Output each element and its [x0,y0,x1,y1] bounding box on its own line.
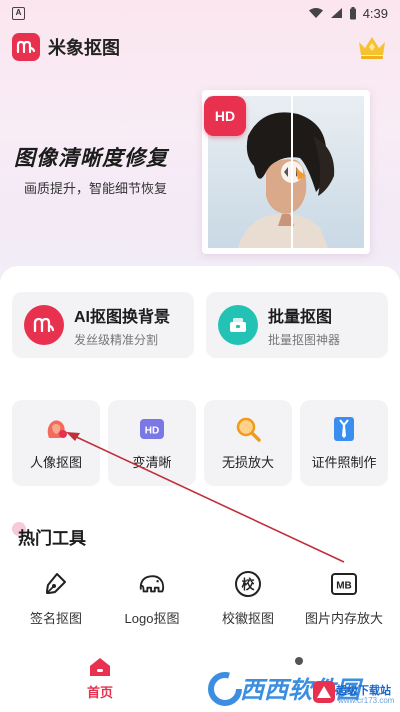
status-time: 4:39 [362,5,388,21]
badge-icon: 校 [234,570,262,598]
portrait-icon [43,416,69,442]
watermark-logo [208,672,242,706]
hd-icon-text: HD [145,425,159,436]
feature-subtitle: 发丝级精准分割 [74,332,159,347]
feature-card-ai-cutout[interactable]: AI抠图换背景 发丝级精准分割 [12,292,194,358]
pen-icon [42,570,70,598]
banner-title: 图像清晰度修复 [14,147,168,170]
nav-home-label: 首页 [86,685,113,700]
banner-subtitle: 画质提升，智能细节恢复 [24,181,168,196]
magnifier-icon [235,416,261,442]
feature-portrait-cutout[interactable]: 人像抠图 [12,400,100,486]
ai-cutout-icon [24,305,64,345]
hd-icon: HD [139,416,165,442]
nav-profile-icon[interactable] [292,656,306,666]
notification-icon: A [12,6,25,20]
tool-label: Logo抠图 [124,611,180,626]
tool-label: 签名抠图 [29,611,82,626]
logo-icon [16,40,36,54]
hd-badge: HD [204,96,246,136]
feature-title: AI抠图换背景 [74,308,171,326]
app-header: 米象抠图 [12,32,120,62]
battery-icon [349,6,356,19]
section-title: 热门工具 [18,529,86,548]
app-title: 米象抠图 [48,38,120,58]
nav-home[interactable]: 首页 [80,656,120,701]
feature-card-batch-cutout[interactable]: 批量抠图 批量抠图神器 [206,292,388,358]
status-bar: A 4:39 [0,0,400,26]
crown-icon[interactable] [356,33,388,61]
tool-label: 校徽抠图 [221,611,274,626]
id-photo-icon [331,416,357,442]
feature-lossless-enlarge[interactable]: 无损放大 [204,400,292,486]
feature-label: 无损放大 [221,454,274,470]
mb-icon-text: MB [336,581,352,592]
tool-image-size-enlarge[interactable]: MB 图片内存放大 [296,570,392,627]
watermark-badge-icon [313,681,335,703]
elephant-icon [138,570,166,598]
app-logo [12,33,40,61]
watermark-url: www.cr173.com [338,696,395,705]
wifi-icon [308,8,323,18]
site-watermark: 西西软件园 超级下载站 www.cr173.com [208,668,396,708]
badge-icon-text: 校 [241,577,255,593]
tool-school-badge-cutout[interactable]: 校 校徽抠图 [200,570,296,627]
tool-signature-cutout[interactable]: 签名抠图 [8,570,104,627]
mb-icon: MB [330,570,358,598]
batch-cutout-icon [218,305,258,345]
tool-label: 图片内存放大 [304,611,383,626]
home-icon [90,658,110,676]
tool-logo-cutout[interactable]: Logo抠图 [104,570,200,627]
feature-label: 变清晰 [132,454,172,470]
signal-icon [330,8,342,18]
feature-id-photo[interactable]: 证件照制作 [300,400,388,486]
feature-title: 批量抠图 [268,308,333,326]
feature-label: 人像抠图 [29,454,82,470]
feature-label: 证件照制作 [311,454,377,470]
feature-sharpen[interactable]: HD 变清晰 [108,400,196,486]
feature-subtitle: 批量抠图神器 [268,332,341,347]
